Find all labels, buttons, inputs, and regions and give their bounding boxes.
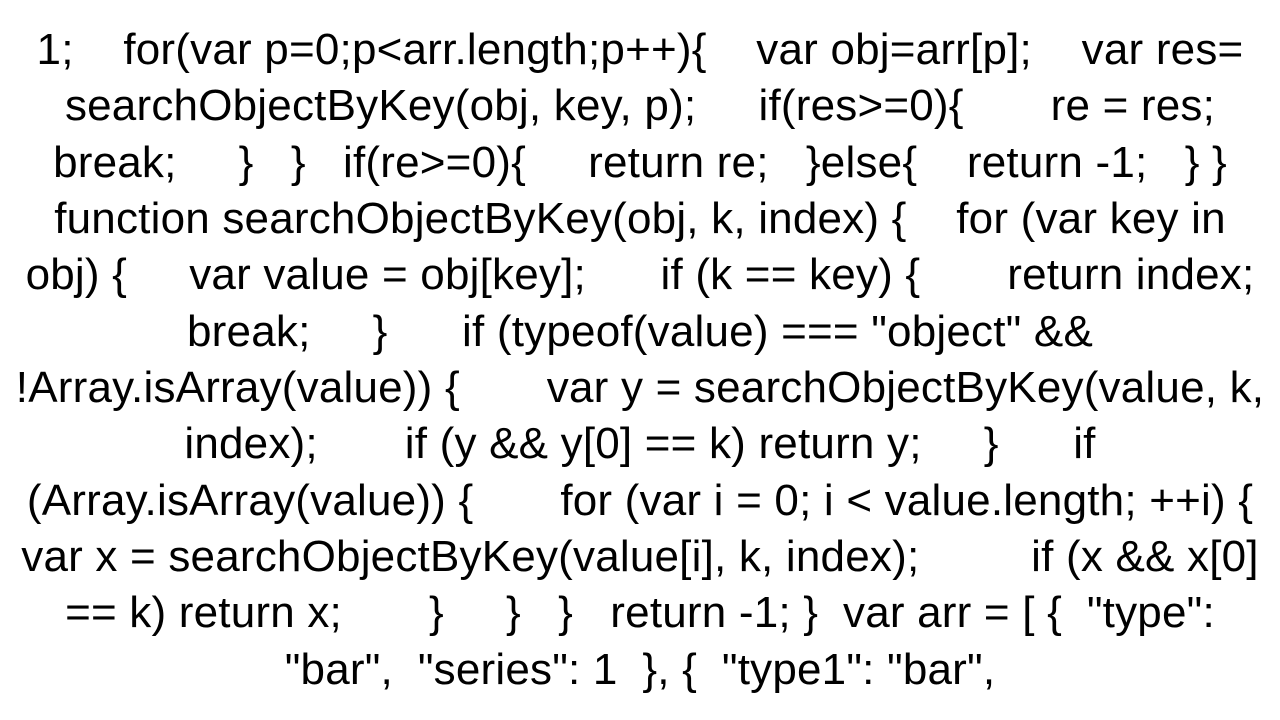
code-snippet-page: 1; for(var p=0;p<arr.length;p++){ var ob… (0, 0, 1280, 720)
code-block: 1; for(var p=0;p<arr.length;p++){ var ob… (12, 22, 1268, 698)
